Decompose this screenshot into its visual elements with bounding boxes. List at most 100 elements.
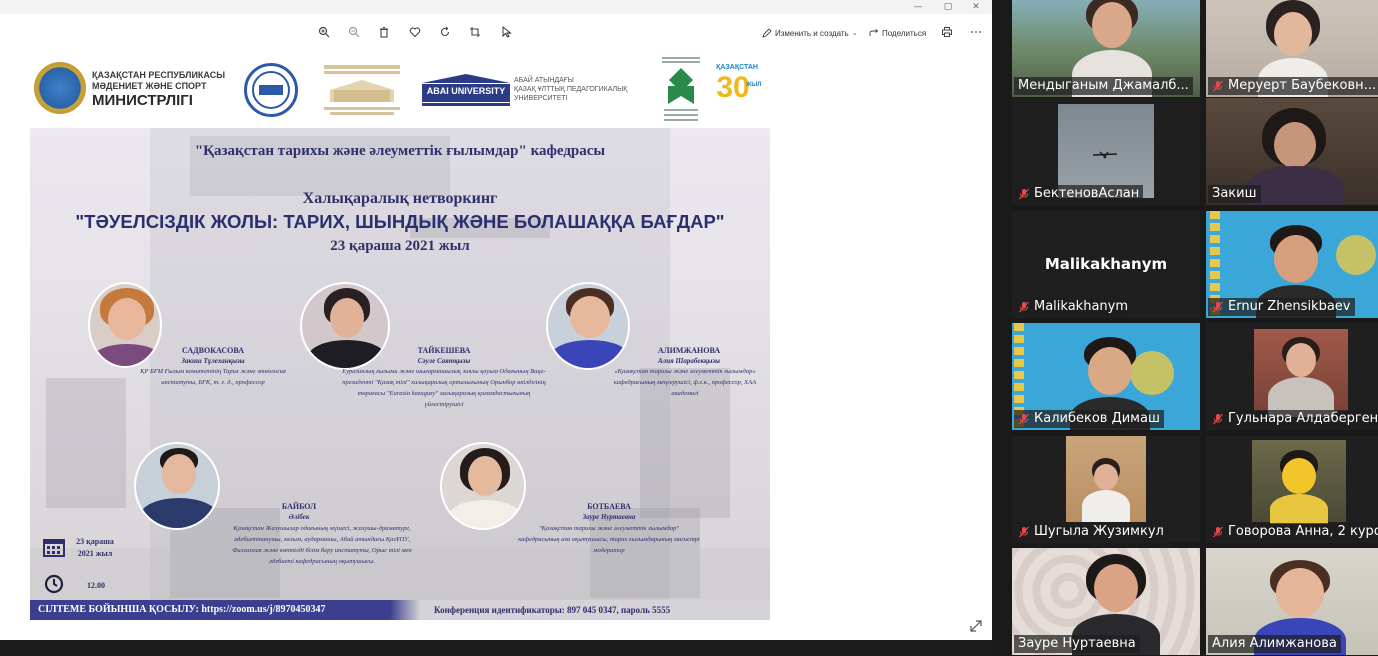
expand-icon[interactable] bbox=[968, 618, 984, 634]
crop-icon[interactable] bbox=[467, 24, 483, 40]
edit-create-label: Изменить и создать bbox=[775, 28, 849, 38]
speaker-description: Қазақстан Жазушылар одағының мүшесі, жаз… bbox=[232, 525, 412, 565]
participant-tile[interactable]: Мендыганым Джамалб... bbox=[1012, 0, 1200, 97]
delete-icon[interactable] bbox=[376, 24, 392, 40]
zoom-join-link: СІЛТЕМЕ БОЙЫНША ҚОСЫЛУ: https://zoom.us/… bbox=[38, 604, 326, 615]
participant-tile[interactable]: Зауре Нуртаевна bbox=[1012, 548, 1200, 655]
speaker-firstname: Сәуле Саятқызы bbox=[417, 357, 471, 365]
clock-icon bbox=[44, 574, 64, 594]
participant-name-label: Мендыганым Джамалб... bbox=[1014, 77, 1193, 95]
event-time: 12.00 bbox=[87, 581, 105, 590]
viewer-toolbar: Изменить и создать ⌄ Поделиться bbox=[0, 18, 992, 46]
speaker-portrait-taikesheva bbox=[300, 282, 390, 370]
event-date: 23 қараша 2021 жыл bbox=[330, 238, 470, 254]
participant-tile[interactable]: Malikakhanym Malikakhanym bbox=[1012, 211, 1200, 318]
participant-name-label: Алия Алимжанова bbox=[1208, 635, 1341, 653]
abai-university-name: ABAI UNIVERSITY bbox=[426, 86, 506, 96]
speaker-firstname: Закиш Тұлеханқызы bbox=[181, 357, 245, 365]
kazakhstan-30-logo: ҚАЗАҚСТАН 30 ЖЫЛ bbox=[714, 64, 762, 120]
speaker-portrait-botbaeva bbox=[440, 442, 526, 530]
speaker-name: ТАЙКЕШЕВА bbox=[417, 346, 471, 355]
favorite-icon[interactable] bbox=[407, 24, 423, 40]
muted-microphone-icon bbox=[1019, 301, 1029, 313]
calendar-icon bbox=[42, 536, 66, 558]
speaker-name: БОТБАЕВА bbox=[587, 502, 631, 511]
speaker-name: АЛИМЖАНОВА bbox=[657, 346, 721, 355]
ministry-line2: МӘДЕНИЕТ ЖӘНЕ СПОРТ bbox=[92, 81, 207, 91]
date-line2: 2021 жыл bbox=[77, 549, 113, 558]
univ-line3: УНИВЕРСИТЕТІ bbox=[514, 95, 568, 102]
abai-university-logo: ABAI UNIVERSITY bbox=[418, 73, 514, 107]
edit-create-button[interactable]: Изменить и создать ⌄ bbox=[762, 26, 858, 40]
participant-tile[interactable]: Шугыла Жузимкул bbox=[1012, 436, 1200, 543]
chevron-down-icon: ⌄ bbox=[851, 30, 858, 37]
participant-name-label: Говорова Анна, 2 курс bbox=[1208, 523, 1378, 541]
close-button[interactable]: ✕ bbox=[964, 0, 988, 14]
speaker-description: «Қазақстан тарихы және әлеуметтік ғылымд… bbox=[613, 368, 757, 397]
participant-tile-active-speaker[interactable]: Алия Алимжанова bbox=[1206, 548, 1378, 655]
participant-tile[interactable]: Закиш bbox=[1206, 98, 1378, 205]
kz30-line1: ҚАЗАҚСТАН bbox=[716, 64, 758, 71]
event-poster-image: ҚАЗАҚСТАН РЕСПУБЛИКАСЫ МӘДЕНИЕТ ЖӘНЕ СПО… bbox=[30, 50, 770, 620]
speaker-description: "Қазақстан тарихы және әлеуметтік ғылымд… bbox=[518, 525, 700, 554]
speaker-firstname: Зауре Нуртаевна bbox=[582, 513, 636, 521]
participant-tile[interactable]: Калибеков Димаш bbox=[1012, 323, 1200, 430]
zoom-out-icon[interactable] bbox=[346, 24, 362, 40]
ornament-emblem-icon bbox=[656, 54, 706, 126]
date-line1: 23 қараша bbox=[76, 537, 114, 546]
zoom-in-icon[interactable] bbox=[316, 24, 332, 40]
kazakhstan-emblem-icon bbox=[34, 62, 86, 114]
maximize-button[interactable]: ▢ bbox=[936, 0, 960, 14]
muted-microphone-icon bbox=[1213, 413, 1223, 425]
muted-microphone-icon bbox=[1019, 413, 1029, 425]
share-label: Поделиться bbox=[882, 28, 927, 38]
department-title: "Қазақстан тарихы және әлеуметтік ғылымд… bbox=[194, 143, 606, 159]
participant-name-label: Калибеков Димаш bbox=[1014, 410, 1164, 428]
kz30-number: 30 bbox=[716, 71, 750, 104]
muted-microphone-icon bbox=[1019, 188, 1029, 200]
speaker-firstname: Әлібек bbox=[288, 513, 310, 521]
rotate-icon[interactable] bbox=[437, 24, 453, 40]
drone-image bbox=[1092, 144, 1118, 159]
muted-microphone-icon bbox=[1213, 80, 1223, 92]
speaker-portrait-baibol bbox=[134, 442, 220, 530]
participant-tile[interactable]: Меруерт Баубековн... bbox=[1206, 0, 1378, 97]
taskbar-strip bbox=[0, 640, 992, 656]
participant-name-label: БектеновАслан bbox=[1014, 185, 1144, 203]
univ-line1: АБАЙ АТЫНДАҒЫ bbox=[514, 77, 574, 84]
muted-microphone-icon bbox=[1213, 526, 1223, 538]
zoom-gallery-view: Мендыганым Джамалб... Меруерт Баубековн.… bbox=[992, 0, 1378, 656]
poster-logo-bar: ҚАЗАҚСТАН РЕСПУБЛИКАСЫ МӘДЕНИЕТ ЖӘНЕ СПО… bbox=[30, 50, 770, 128]
ministry-line1: ҚАЗАҚСТАН РЕСПУБЛИКАСЫ bbox=[92, 70, 226, 80]
participant-tile[interactable]: Гульнара Алдабергенова bbox=[1206, 323, 1378, 430]
event-type: Халықаралық нетворкинг bbox=[302, 190, 498, 207]
participant-name-label: Шугыла Жузимкул bbox=[1014, 523, 1168, 541]
conference-id: Конференция идентификаторы: 897 045 0347… bbox=[434, 605, 671, 615]
participant-name-label: Закиш bbox=[1208, 185, 1261, 203]
participant-name-label: Зауре Нуртаевна bbox=[1014, 635, 1140, 653]
event-title: "ТӘУЕЛСІЗДІК ЖОЛЫ: ТАРИХ, ШЫНДЫҚ ЖӘНЕ БО… bbox=[75, 211, 725, 232]
share-icon bbox=[869, 29, 879, 36]
participant-tile[interactable]: Ernur Zhensikbaev bbox=[1206, 211, 1378, 318]
muted-microphone-icon bbox=[1213, 301, 1223, 313]
minimize-button[interactable]: — bbox=[906, 0, 930, 14]
participant-tile[interactable]: Говорова Анна, 2 курс bbox=[1206, 436, 1378, 543]
participant-name-label: Меруерт Баубековн... bbox=[1208, 77, 1378, 95]
speaker-firstname: Алия Шарабекқызы bbox=[657, 357, 721, 365]
kz30-line2: ЖЫЛ bbox=[746, 82, 762, 88]
photo-viewer-window: — ▢ ✕ Изменить и создать ⌄ Поделиться ҚА… bbox=[0, 0, 992, 640]
speaker-portrait-alimzhanova bbox=[546, 282, 630, 370]
speaker-name: БАЙБОЛ bbox=[281, 502, 317, 511]
academy-logo-icon bbox=[320, 62, 404, 118]
participant-name-label: Ernur Zhensikbaev bbox=[1208, 298, 1355, 316]
share-button[interactable]: Поделиться bbox=[869, 26, 926, 40]
screen: — ▢ ✕ Изменить и создать ⌄ Поделиться ҚА… bbox=[0, 0, 1378, 656]
speaker-portrait-sadvokasova bbox=[88, 282, 162, 368]
emir-logo-icon bbox=[244, 63, 298, 117]
ministry-line3: МИНИСТРЛІГІ bbox=[92, 92, 193, 109]
speaker-name: САДВОКАСОВА bbox=[181, 346, 244, 355]
participant-tile[interactable]: БектеновАслан bbox=[1012, 98, 1200, 205]
more-options-icon[interactable] bbox=[968, 24, 984, 40]
print-icon[interactable] bbox=[939, 24, 955, 40]
participant-name-label: Гульнара Алдабергенова bbox=[1208, 410, 1378, 428]
